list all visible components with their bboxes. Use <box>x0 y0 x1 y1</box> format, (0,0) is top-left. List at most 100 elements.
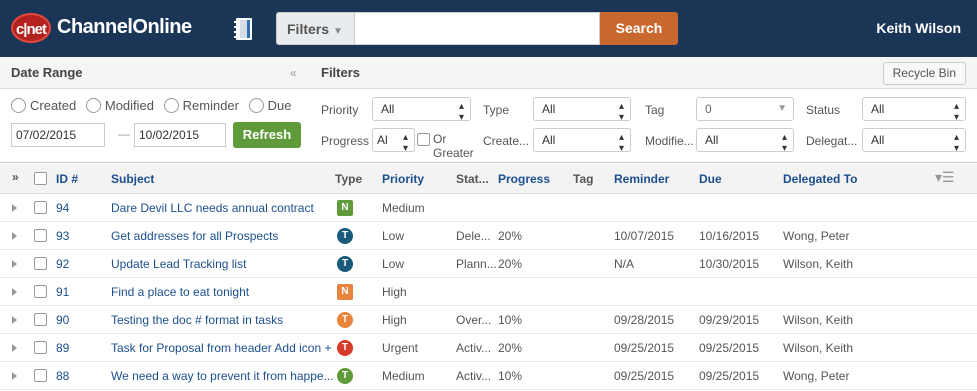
row-subject[interactable]: Testing the doc # format in tasks <box>111 313 283 327</box>
table-row[interactable]: 88 We need a way to prevent it from happe… <box>0 362 977 390</box>
select-arrows-icon: ▴ ▾ <box>618 101 624 123</box>
table-row[interactable]: 90 Testing the doc # format in tasks T High… <box>0 306 977 334</box>
row-id[interactable]: 90 <box>56 313 69 327</box>
table-row[interactable]: 92 Update Lead Tracking list T Low Plann... 2… <box>0 250 977 278</box>
user-menu[interactable]: Keith Wilson <box>876 20 961 36</box>
row-subject[interactable]: Find a place to eat tonight <box>111 285 249 299</box>
row-id[interactable]: 89 <box>56 341 69 355</box>
column-header-status[interactable]: Stat... <box>456 172 489 186</box>
table-row[interactable]: 93 Get addresses for all Prospects T Low Del… <box>0 222 977 250</box>
type-select[interactable]: All ▴ ▾ <box>533 97 631 123</box>
select-arrows-icon: ▴ ▾ <box>618 132 624 154</box>
row-subject[interactable]: Task for Proposal from header Add icon + <box>111 341 331 355</box>
radio-created-label: Created <box>30 98 77 114</box>
or-greater-checkbox[interactable] <box>417 133 430 146</box>
recycle-bin-button[interactable]: Recycle Bin <box>882 62 966 85</box>
notebook-icon[interactable] <box>233 17 255 41</box>
row-priority: Low <box>382 257 405 271</box>
column-header-delegated[interactable]: Delegated To <box>783 172 857 186</box>
row-checkbox[interactable] <box>34 285 47 298</box>
row-checkbox[interactable] <box>34 341 47 354</box>
tag-select[interactable]: 0 ▼ <box>696 97 794 121</box>
app-logo-text[interactable]: ChannelOnline <box>57 16 192 39</box>
radio-created[interactable] <box>11 98 26 114</box>
radio-due[interactable] <box>248 98 264 114</box>
collapse-left-icon[interactable]: « <box>290 66 297 80</box>
row-priority: Urgent <box>382 341 419 355</box>
row-checkbox[interactable] <box>34 257 47 270</box>
row-priority: Medium <box>382 369 425 383</box>
select-arrows-icon: ▴ ▾ <box>953 132 959 154</box>
row-checkbox[interactable] <box>34 369 47 382</box>
row-id[interactable]: 88 <box>56 369 69 383</box>
radio-due-label: Due <box>267 98 292 114</box>
row-priority: High <box>382 313 407 327</box>
expand-row-icon[interactable] <box>12 232 17 240</box>
type-select-value: All <box>542 102 556 116</box>
table-row[interactable]: 94 Dare Devil LLC needs annual contract N M… <box>0 194 977 222</box>
radio-reminder[interactable] <box>163 98 179 114</box>
row-subject[interactable]: Update Lead Tracking list <box>111 257 246 271</box>
from-date-input[interactable]: 07/02/2015 <box>11 123 105 147</box>
select-arrows-icon: ▴ ▾ <box>402 132 408 154</box>
expand-row-icon[interactable] <box>12 204 17 212</box>
column-header-id[interactable]: ID # <box>56 172 78 186</box>
row-due: 09/25/2015 <box>699 369 760 383</box>
row-id[interactable]: 91 <box>56 285 69 299</box>
row-due: 10/30/2015 <box>699 257 760 271</box>
search-input[interactable] <box>354 12 600 45</box>
priority-select[interactable]: All ▴ ▾ <box>372 97 471 123</box>
created-select[interactable]: All ▴ ▾ <box>533 128 631 154</box>
row-checkbox[interactable] <box>34 313 47 326</box>
table-row[interactable]: 91 Find a place to eat tonight N High <box>0 278 977 306</box>
row-progress: 10% <box>498 369 523 383</box>
row-subject[interactable]: Dare Devil LLC needs annual contract <box>111 201 314 215</box>
row-type-badge: T <box>337 228 353 244</box>
search-button[interactable]: Search <box>600 12 678 45</box>
select-all-checkbox[interactable] <box>34 172 47 185</box>
delegated-select[interactable]: All ▴ ▾ <box>862 128 966 154</box>
expand-row-icon[interactable] <box>12 344 17 352</box>
row-checkbox[interactable] <box>34 229 47 242</box>
expand-row-icon[interactable] <box>12 288 17 296</box>
row-subject[interactable]: Get addresses for all Prospects <box>111 229 278 243</box>
radio-modified[interactable] <box>85 98 101 114</box>
row-type-badge: T <box>337 312 353 328</box>
row-priority: Medium <box>382 201 425 215</box>
row-priority: High <box>382 285 407 299</box>
expand-all-icon[interactable]: » <box>12 170 19 184</box>
to-date-input[interactable]: 10/02/2015 <box>134 123 226 147</box>
column-header-subject[interactable]: Subject <box>111 172 154 186</box>
row-progress: 10% <box>498 313 523 327</box>
row-status: Dele... <box>456 229 491 243</box>
refresh-button[interactable]: Refresh <box>233 122 301 148</box>
column-header-priority[interactable]: Priority <box>382 172 424 186</box>
expand-row-icon[interactable] <box>12 316 17 324</box>
progress-select[interactable]: Al ▴ ▾ <box>372 128 415 154</box>
column-menu-icon[interactable]: ▾☰ <box>935 169 955 186</box>
modified-select[interactable]: All ▴ ▾ <box>696 128 794 154</box>
row-reminder: 10/07/2015 <box>614 229 675 243</box>
tag-select-value: 0 <box>705 102 712 116</box>
row-checkbox[interactable] <box>34 201 47 214</box>
row-status: Activ... <box>456 369 492 383</box>
row-delegated: Wilson, Keith <box>783 313 854 327</box>
column-header-type[interactable]: Type <box>335 172 362 186</box>
row-id[interactable]: 94 <box>56 201 69 215</box>
expand-row-icon[interactable] <box>12 260 17 268</box>
column-header-reminder[interactable]: Reminder <box>614 172 669 186</box>
row-type-badge: N <box>337 200 353 216</box>
column-header-tag[interactable]: Tag <box>573 172 593 186</box>
grid-header: » ID # Subject Type Priority Stat... Pro… <box>0 164 977 194</box>
table-row[interactable]: 89 Task for Proposal from header Add icon… <box>0 334 977 362</box>
row-subject[interactable]: We need a way to prevent it from happe..… <box>111 369 334 383</box>
cnet-logo[interactable]: c|net <box>11 13 51 43</box>
column-header-due[interactable]: Due <box>699 172 722 186</box>
date-type-radios: Created Modified Reminder Due <box>11 97 297 114</box>
status-select[interactable]: All ▴ ▾ <box>862 97 966 123</box>
row-id[interactable]: 92 <box>56 257 69 271</box>
search-filters-dropdown[interactable]: Filters ▼ <box>276 12 354 45</box>
column-header-progress[interactable]: Progress <box>498 172 550 186</box>
expand-row-icon[interactable] <box>12 372 17 380</box>
row-id[interactable]: 93 <box>56 229 69 243</box>
